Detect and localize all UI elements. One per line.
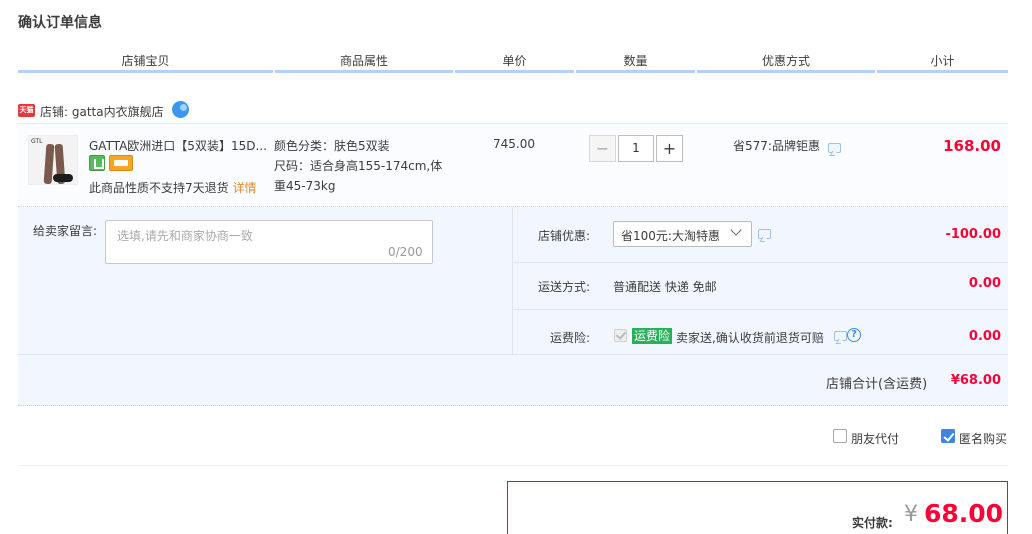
help-icon[interactable]: ?: [847, 328, 861, 342]
product-prop-size: 尺码：适合身高155-174cm,体: [274, 159, 443, 173]
insurance-description: 卖家送,确认收货前退货可赔: [676, 331, 824, 345]
page-title: 确认订单信息: [18, 15, 102, 31]
insurance-checkbox[interactable]: [614, 329, 627, 342]
insurance-amount: 0.00: [968, 329, 1001, 344]
shop-coupon-selected: 省100元:大淘特惠: [621, 229, 720, 243]
no-return-details-link[interactable]: 详情: [233, 181, 257, 195]
header-divider: [275, 70, 453, 73]
product-thumbnail[interactable]: GTL: [28, 135, 78, 185]
no-return-text: 此商品性质不支持7天退货: [89, 181, 229, 195]
insurance-comment-icon[interactable]: [834, 331, 847, 341]
col-header-props: 商品属性: [339, 54, 388, 68]
payment-currency: ¥: [904, 502, 918, 527]
coupon-comment-icon[interactable]: [758, 229, 771, 239]
shop-discount-label: 店铺优惠:: [537, 229, 590, 243]
thumbnail-shoe: [53, 174, 73, 182]
panel-divider: [513, 262, 1008, 263]
item-subtotal: 168.00: [943, 137, 1001, 155]
credit-card-icon[interactable]: [109, 155, 133, 171]
thumbnail-brand-mark: GTL: [31, 138, 43, 145]
friend-pay-label[interactable]: 朋友代付: [851, 430, 899, 447]
no-return-notice: 此商品性质不支持7天退货 详情: [89, 179, 257, 196]
friend-pay-checkbox[interactable]: [833, 429, 847, 443]
seller-message-count: 0/200: [388, 245, 423, 259]
col-header-qty: 数量: [623, 54, 648, 68]
item-promo: 省577:品牌钜惠: [733, 139, 820, 153]
product-title-link[interactable]: GATTA欧洲进口【5双装】15D...: [89, 137, 269, 154]
shop-name-link[interactable]: 店铺: gatta内衣旗舰店: [40, 103, 164, 120]
header-divider: [18, 70, 273, 73]
header-divider: [455, 70, 574, 73]
header-divider: [576, 70, 695, 73]
header-divider: [697, 70, 875, 73]
unit-price: 745.00: [493, 137, 535, 151]
anonymous-checkbox[interactable]: [941, 429, 955, 443]
seller-message-label: 给卖家留言:: [33, 224, 98, 238]
shop-total-label: 店铺合计(含运费): [826, 377, 928, 392]
section-divider: [18, 465, 1008, 466]
product-prop-size-cont: 重45-73kg: [274, 179, 336, 193]
qty-increase-button[interactable]: +: [656, 135, 683, 162]
panel-divider: [18, 354, 1008, 355]
col-header-promo: 优惠方式: [761, 54, 810, 68]
qty-input[interactable]: 1: [618, 135, 654, 162]
shop-total-value: ¥68.00: [950, 373, 1001, 388]
insurance-tag: 运费险: [632, 328, 673, 344]
tmall-icon: 天猫: [18, 104, 35, 117]
service-guarantee-icon[interactable]: [89, 155, 105, 171]
shop-discount-amount: -100.00: [945, 227, 1001, 242]
wangwang-chat-icon[interactable]: [172, 101, 189, 118]
col-header-subtotal: 小计: [930, 54, 955, 68]
shipping-method: 普通配送 快递 免邮: [613, 280, 717, 294]
payment-total: 68.00: [924, 499, 1004, 528]
panel-divider: [513, 309, 1008, 310]
shipping-amount: 0.00: [968, 276, 1001, 291]
anonymous-label[interactable]: 匿名购买: [959, 430, 1007, 447]
col-header-item: 店铺宝贝: [121, 54, 170, 68]
promo-comment-icon[interactable]: [828, 143, 841, 153]
seller-message-placeholder: 选填,请先和商家协商一致: [117, 229, 253, 243]
col-header-price: 单价: [502, 54, 527, 68]
product-prop-color: 颜色分类：肤色5双装: [274, 139, 390, 153]
payment-label: 实付款:: [852, 516, 893, 530]
shipping-label: 运送方式:: [537, 280, 590, 294]
insurance-label: 运费险:: [549, 331, 590, 345]
header-divider: [877, 70, 1008, 73]
qty-decrease-button[interactable]: −: [589, 135, 616, 162]
